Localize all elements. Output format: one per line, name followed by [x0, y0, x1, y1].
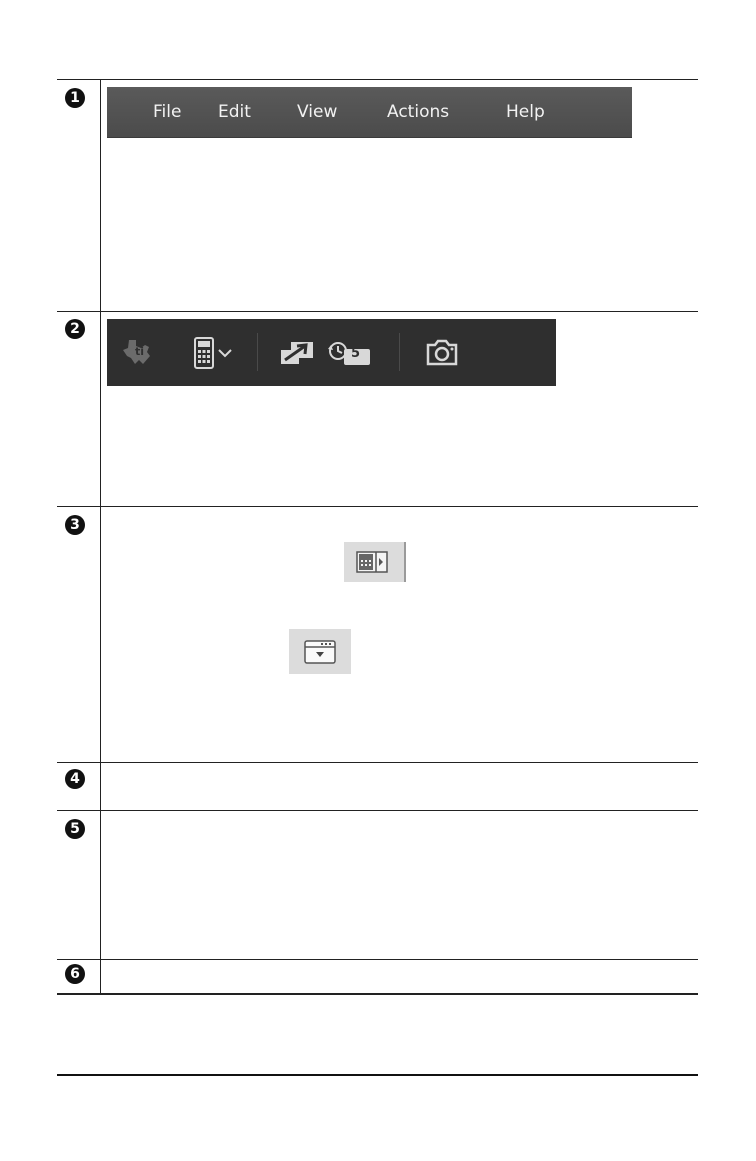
- menu-file[interactable]: File: [153, 102, 181, 122]
- row-number-3: 3: [65, 515, 85, 535]
- row-number-5: 5: [65, 819, 85, 839]
- row-number-4: 4: [65, 769, 85, 789]
- restore-timer-icon[interactable]: 5: [326, 339, 374, 372]
- calculator-side-panel-icon: [356, 550, 390, 579]
- menu-actions[interactable]: Actions: [387, 102, 449, 122]
- ti-logo-icon: ti: [119, 336, 155, 373]
- svg-text:ti: ti: [135, 345, 144, 358]
- menu-edit[interactable]: Edit: [218, 102, 251, 122]
- menu-view[interactable]: View: [297, 102, 337, 122]
- menu-help[interactable]: Help: [506, 102, 545, 122]
- timer-value: 5: [351, 346, 361, 361]
- row-number-1: 1: [65, 88, 85, 108]
- camera-icon[interactable]: [425, 338, 459, 371]
- calculator-dropdown-icon[interactable]: [193, 336, 243, 375]
- row-number-6: 6: [65, 964, 85, 984]
- resize-icon[interactable]: [279, 340, 315, 371]
- page-bottom-rule: [57, 1074, 698, 1076]
- menu-bar: File Edit View Actions Help: [107, 87, 632, 138]
- toolbar: ti 5: [107, 319, 556, 386]
- keypad-toggle-icon: [303, 639, 337, 670]
- calculator-side-panel-button[interactable]: [344, 542, 406, 582]
- row-number-2: 2: [65, 319, 85, 339]
- keypad-toggle-button[interactable]: [289, 629, 351, 674]
